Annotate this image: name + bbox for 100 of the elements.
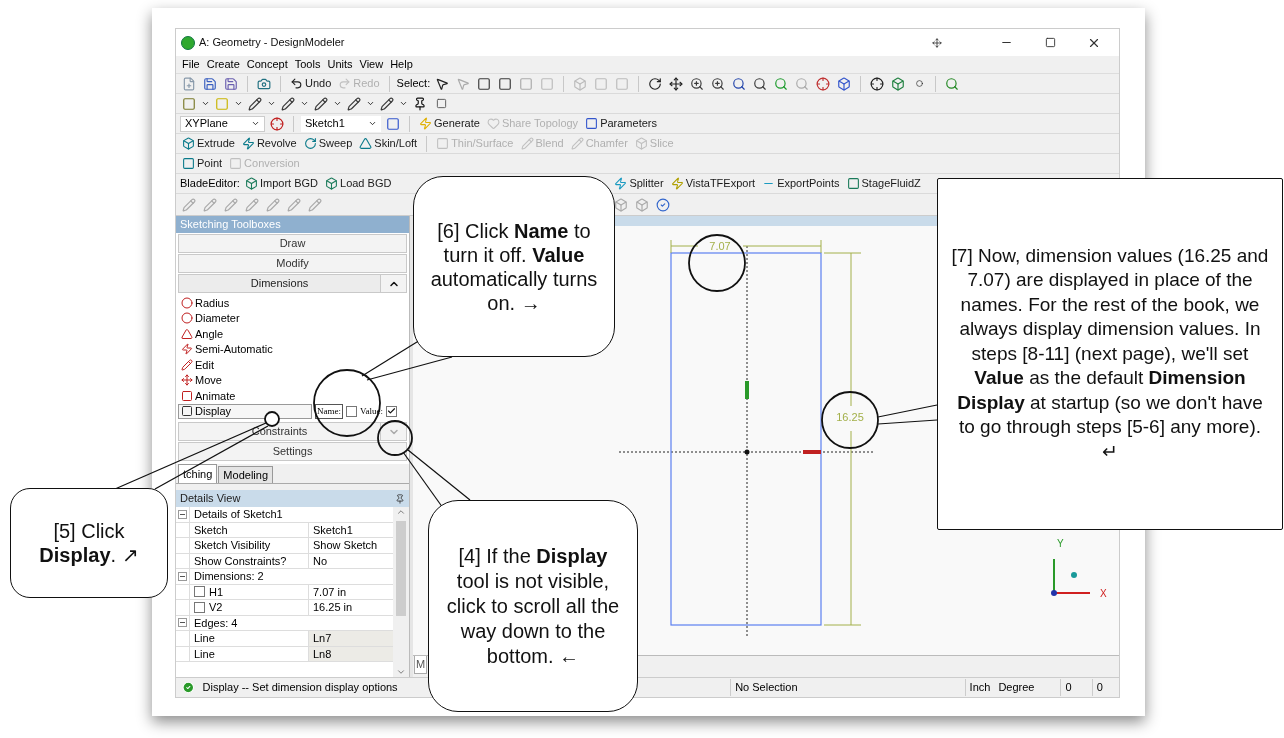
plane-dropdown[interactable]: XYPlane xyxy=(180,115,265,132)
property-name: Line xyxy=(194,631,215,646)
toolbox-section-header[interactable]: Settings xyxy=(179,443,407,460)
toolbar-button[interactable]: Skin/Loft xyxy=(357,134,420,153)
property-name: Sketch xyxy=(194,522,228,538)
toolbox-tool[interactable]: Edit xyxy=(178,357,408,373)
caret-icon[interactable] xyxy=(267,99,276,108)
square-icon xyxy=(585,117,599,130)
window-title: A: Geometry - DesignModeler xyxy=(199,35,345,51)
undo-button[interactable]: Undo xyxy=(288,74,334,93)
menu-item[interactable]: Help xyxy=(390,56,413,73)
toolbar-button[interactable]: Revolve xyxy=(239,134,299,153)
panel-tab[interactable]: tching xyxy=(178,464,218,483)
dimension-tool-icon xyxy=(181,327,193,340)
toolbox-tool[interactable]: Diameter xyxy=(178,310,408,326)
menu-item[interactable]: Units xyxy=(327,56,353,73)
toolbar-button[interactable]: Load BGD xyxy=(323,174,394,193)
graphics-tab[interactable]: M xyxy=(414,656,428,674)
dimension-tool-icon xyxy=(181,343,193,356)
panel-title: Sketching Toolboxes xyxy=(176,216,410,233)
caret-icon[interactable] xyxy=(399,99,408,108)
lightning-icon xyxy=(419,117,432,130)
value-checkbox[interactable] xyxy=(386,405,398,417)
toolbar-button[interactable]: Generate xyxy=(417,114,482,133)
caret-icon xyxy=(368,119,377,128)
panel-title: Details View xyxy=(180,491,241,507)
square-icon xyxy=(182,157,195,170)
x-axis-marker xyxy=(803,450,821,454)
feature-icon xyxy=(570,137,584,150)
toolbar-button[interactable]: ExportPoints xyxy=(760,174,842,193)
redo-icon xyxy=(338,77,352,90)
toolbox-tool[interactable]: Radius xyxy=(178,295,408,311)
sketch-dropdown[interactable]: Sketch1 xyxy=(301,115,381,132)
property-name: Sketch Visibility xyxy=(194,538,271,553)
heart-icon xyxy=(486,117,500,130)
toolbar-button[interactable]: Parameters xyxy=(583,114,659,133)
axis-label: Y xyxy=(1057,538,1064,549)
origin-point xyxy=(744,449,750,455)
status-field: 0 xyxy=(1060,679,1088,696)
feature-icon xyxy=(182,137,195,150)
property-value: 7.07 in xyxy=(312,584,348,599)
toolbox-tool[interactable]: Angle xyxy=(178,326,408,342)
blade-tool-icon xyxy=(614,177,628,190)
toolbar-button[interactable]: StageFluidZ xyxy=(844,174,923,193)
callout-note: [4] If the Display tool is not visible, click to scroll all the way down to the bottom. ← xyxy=(428,500,638,712)
y-axis-marker xyxy=(745,381,749,399)
collapse-toggle[interactable] xyxy=(178,618,187,628)
blade-tool-icon xyxy=(325,177,338,190)
app-logo-icon xyxy=(181,35,195,50)
menu-item[interactable]: View xyxy=(359,56,384,73)
menu-item[interactable]: Tools xyxy=(294,56,321,73)
status-message: Display -- Set dimension display options xyxy=(201,680,399,696)
axis-triad-drawing xyxy=(1051,558,1091,596)
axis-label: X xyxy=(1100,588,1107,599)
toolbar-button[interactable]: Splitter xyxy=(612,174,666,193)
row-checkbox[interactable] xyxy=(194,601,205,613)
scrollbar[interactable] xyxy=(393,507,410,677)
property-name: Line xyxy=(194,646,215,662)
toolbar-button[interactable]: Import BGD xyxy=(242,174,320,193)
caret-icon xyxy=(251,119,260,128)
menu-item[interactable]: File xyxy=(182,56,200,73)
toolbox-tool[interactable]: Semi-Automatic xyxy=(178,341,408,357)
toolbox-tool[interactable]: Animate xyxy=(178,388,408,404)
menu-item[interactable]: Concept xyxy=(246,56,288,73)
collapse-toggle[interactable] xyxy=(178,571,187,581)
status-ok-icon xyxy=(182,681,195,694)
callout-note: [5] Click Display. ↗ xyxy=(10,488,168,598)
menu-item[interactable]: Create xyxy=(206,56,240,73)
caret-icon[interactable] xyxy=(366,99,375,108)
feature-icon xyxy=(436,137,450,150)
collapse-toggle[interactable] xyxy=(178,509,187,519)
toolbox-tool[interactable]: Display xyxy=(178,403,313,419)
checkmark-icon xyxy=(387,406,397,417)
toolbox-section-header[interactable]: Modify xyxy=(179,255,407,272)
caret-icon[interactable] xyxy=(300,99,309,108)
toolbox-tool[interactable]: Move xyxy=(178,372,408,388)
highlight-circle xyxy=(688,234,746,292)
panel-tab[interactable]: Modeling xyxy=(218,466,273,483)
name-checkbox[interactable] xyxy=(346,405,358,417)
toolbar-button[interactable]: VistaTFExport xyxy=(668,174,758,193)
feature-icon xyxy=(303,137,317,150)
caret-icon[interactable] xyxy=(234,99,243,108)
feature-icon xyxy=(359,137,373,150)
dimension-tool-icon xyxy=(181,296,193,309)
toolbar-button[interactable]: Extrude xyxy=(180,134,237,153)
toolbox-section-header[interactable]: Dimensions xyxy=(179,275,381,292)
caret-icon[interactable] xyxy=(333,99,342,108)
selection-status: No Selection xyxy=(730,679,961,696)
maximize-icon xyxy=(1044,37,1056,48)
callout-note: [7] Now, dimension values (16.25 and 7.07) are displayed in place of the names. For the rest of the book, we always display dimension values. In steps [8-11] (next page), we'll set Value as the default Dimension Display at startup (so we don't have to go through steps [5-6] any more). ↵ xyxy=(937,178,1283,530)
toolbox-section-header[interactable]: Draw xyxy=(179,235,407,252)
toolbar-button[interactable]: Sweep xyxy=(301,134,355,153)
toolbar-button[interactable]: Point xyxy=(180,154,225,173)
property-name: H1 xyxy=(209,584,224,600)
blade-tool-icon xyxy=(244,177,258,190)
row-checkbox[interactable] xyxy=(194,586,205,598)
feature-icon xyxy=(520,137,534,150)
property-name: Show Constraints? xyxy=(194,553,287,569)
caret-icon[interactable] xyxy=(201,99,210,108)
blade-tool-icon xyxy=(670,177,684,190)
